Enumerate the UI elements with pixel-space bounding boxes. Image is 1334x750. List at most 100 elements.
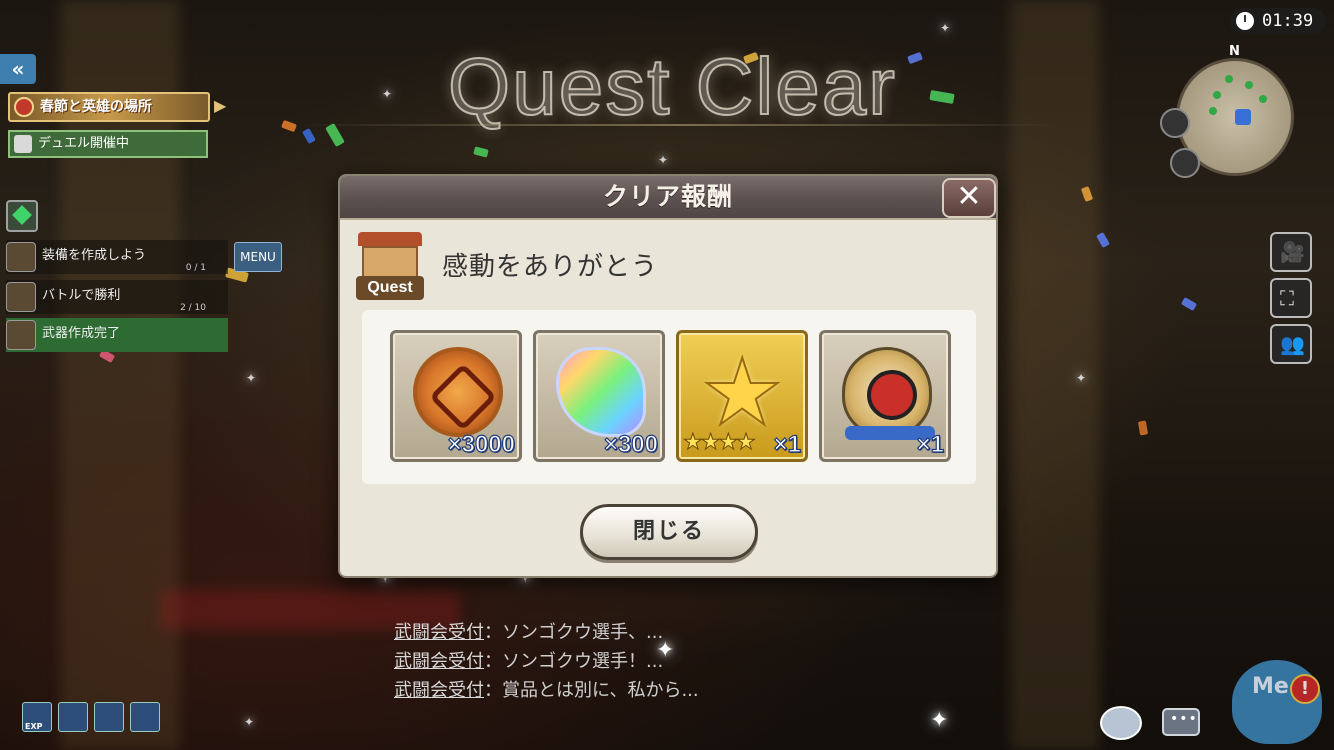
- chat-speaker[interactable]: 武闘会受付: [394, 680, 484, 701]
- reward-quantity: ×1: [916, 430, 945, 458]
- reward-quantity: ×300: [603, 430, 658, 458]
- confetti: [325, 122, 345, 148]
- reward-dialog: クリア報酬 ✕ Quest 感動をありがとう ×3000 ×300 ★★★★ ×…: [338, 174, 998, 578]
- close-button[interactable]: 閉じる: [580, 504, 758, 560]
- chat-line: 武闘会受付：ソンゴクウ選手、...: [394, 618, 699, 647]
- mission-item[interactable]: バトルで勝利 2 / 10: [6, 280, 228, 314]
- timer-value: 01:39: [1262, 11, 1314, 31]
- dialog-title: クリア報酬: [602, 182, 733, 211]
- sparkle: ✦: [246, 371, 257, 385]
- buff-icon[interactable]: [130, 702, 160, 732]
- reward-slot[interactable]: ★★★★ ×1: [676, 330, 808, 462]
- mission-item[interactable]: 武器作成完了: [6, 318, 228, 352]
- alert-icon: !: [1290, 674, 1320, 704]
- sparkle: ✦: [244, 715, 255, 729]
- rarity-stars: ★★★★: [683, 430, 757, 456]
- duel-icon: [14, 135, 32, 153]
- close-icon[interactable]: ✕: [942, 178, 996, 218]
- reward-slot[interactable]: ×1: [819, 330, 951, 462]
- fortune-badge-icon: [842, 347, 935, 440]
- event-emblem-icon: [14, 97, 34, 117]
- exp-buff-icon[interactable]: EXP: [22, 702, 52, 732]
- camera-button[interactable]: 🎥: [1270, 232, 1312, 272]
- clock-icon: [1236, 12, 1254, 30]
- sparkle: ✦: [382, 87, 393, 101]
- reward-quantity: ×1: [773, 430, 802, 458]
- sparkle: ✦: [1076, 371, 1087, 385]
- sparkle: ✦: [658, 153, 669, 167]
- quest-icon-label: Quest: [356, 276, 424, 300]
- duel-banner-label: デュエル開催中: [38, 136, 130, 151]
- mission-item[interactable]: 装備を作成しよう 0 / 1: [6, 240, 228, 274]
- medal-icon: [413, 347, 503, 437]
- mission-count: 0 / 1: [185, 263, 206, 273]
- gem-icon: [12, 205, 32, 225]
- mission-icon: [6, 282, 36, 312]
- map-marker: [1259, 95, 1267, 103]
- reward-panel: ×3000 ×300 ★★★★ ×1 ×1: [362, 310, 976, 484]
- map-face-button[interactable]: [1170, 148, 1200, 178]
- chat-line: 武闘会受付：賞品とは別に、私から...: [394, 676, 699, 705]
- map-face-button[interactable]: [1160, 108, 1190, 138]
- confetti: [302, 127, 316, 145]
- confetti: [929, 89, 955, 105]
- confetti: [281, 119, 297, 133]
- mission-count: 2 / 10: [180, 303, 206, 313]
- compass-north: N: [1229, 44, 1240, 59]
- event-banner[interactable]: 春節と英雄の場所: [8, 92, 210, 122]
- duel-banner[interactable]: デュエル開催中: [8, 130, 208, 158]
- chat-line: 武闘会受付：ソンゴクウ選手！...: [394, 647, 699, 676]
- exp-buff-label: EXP: [25, 722, 43, 731]
- confetti: [1137, 420, 1149, 436]
- timer: 01:39: [1230, 8, 1326, 34]
- menu-button[interactable]: MENU: [234, 242, 282, 272]
- party-icon: 👥: [1280, 332, 1305, 356]
- chat-button[interactable]: [1100, 706, 1142, 740]
- party-button[interactable]: 👥: [1270, 324, 1312, 364]
- star-crystal-icon: [699, 339, 789, 446]
- quest-icon-roof: [358, 232, 422, 246]
- sparkle: ✦: [940, 21, 951, 35]
- mission-icon: [6, 320, 36, 350]
- map-marker: [1245, 81, 1253, 89]
- background-beam: [1010, 0, 1100, 750]
- quest-icon: Quest: [356, 232, 424, 302]
- map-marker: [1209, 107, 1217, 115]
- rainbow-ore-icon: [556, 347, 646, 437]
- auto-button[interactable]: ⛶: [1270, 278, 1312, 318]
- player-marker-icon: [1235, 109, 1251, 125]
- map-marker: [1213, 91, 1221, 99]
- event-arrow-icon[interactable]: ▶: [214, 96, 226, 115]
- chat-speaker[interactable]: 武闘会受付: [394, 622, 484, 643]
- banner-divider: [300, 124, 1060, 126]
- quest-clear-banner: Quest Clear: [447, 41, 897, 132]
- chat-speaker[interactable]: 武闘会受付: [394, 651, 484, 672]
- message-button[interactable]: [1162, 708, 1200, 736]
- quest-name: 感動をありがとう: [442, 252, 659, 282]
- quest-icon-board: [362, 246, 418, 280]
- mission-icon: [6, 242, 36, 272]
- event-banner-label: 春節と英雄の場所: [40, 99, 152, 115]
- reward-slot[interactable]: ×300: [533, 330, 665, 462]
- me-button[interactable]: Me !: [1232, 660, 1322, 744]
- confetti: [907, 51, 923, 65]
- mission-label: 武器作成完了: [42, 326, 121, 341]
- confetti: [473, 146, 489, 158]
- chat-message: ：ソンゴクウ選手！...: [484, 651, 664, 672]
- me-label: Me: [1252, 674, 1289, 699]
- buff-icon[interactable]: [94, 702, 124, 732]
- camera-icon: 🎥: [1280, 240, 1305, 264]
- mission-label: バトルで勝利: [42, 288, 121, 303]
- back-button[interactable]: «: [0, 54, 36, 84]
- mission-label: 装備を作成しよう: [42, 248, 147, 263]
- chat-message: ：ソンゴクウ選手、...: [484, 622, 664, 643]
- chat-message: ：賞品とは別に、私から...: [484, 680, 699, 701]
- chat-log: 武闘会受付：ソンゴクウ選手、... 武闘会受付：ソンゴクウ選手！... 武闘会受…: [394, 618, 699, 705]
- sparkle: ✦: [930, 708, 949, 733]
- auto-icon: ⛶: [1280, 286, 1294, 310]
- quest-tab-button[interactable]: [6, 200, 38, 232]
- buff-icon[interactable]: [58, 702, 88, 732]
- reward-quantity: ×3000: [447, 430, 516, 458]
- reward-slot[interactable]: ×3000: [390, 330, 522, 462]
- dialog-header: クリア報酬 ✕: [340, 176, 996, 220]
